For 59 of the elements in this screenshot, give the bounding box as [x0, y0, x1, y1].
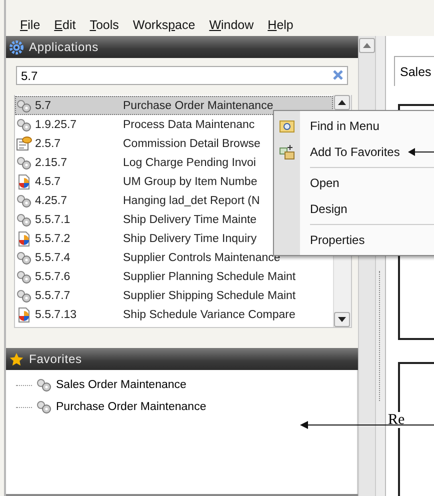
box-text: Re [388, 412, 405, 428]
menu-item[interactable]: Find in Menu [274, 113, 434, 139]
up-arrow-icon [363, 43, 371, 48]
program-code: 1.9.25.7 [34, 118, 78, 130]
program-name: Supplier Controls Maintenance [123, 252, 280, 264]
up-arrow-icon [338, 100, 346, 105]
search-field[interactable]: 5.7 [16, 66, 348, 85]
arrow-drawing [408, 148, 434, 156]
favorite-item[interactable]: Purchase Order Maintenance [56, 401, 206, 413]
menu-item[interactable]: Design [274, 196, 434, 222]
program-name: Log Charge Pending Invoi [123, 156, 256, 168]
menu-item[interactable]: Window [203, 14, 260, 36]
program-code: 4.25.7 [34, 194, 68, 206]
program-code: 4.5.7 [34, 176, 62, 188]
program-code: 2.5.7 [34, 138, 62, 150]
clear-button[interactable] [332, 69, 344, 81]
menu-item[interactable]: Tools [84, 14, 125, 36]
document-tab[interactable]: Sales [394, 56, 434, 86]
program-name: Purchase Order Maintenance [123, 100, 274, 112]
program-name: Ship Delivery Time Inquiry [123, 232, 257, 244]
menu-item[interactable]: Help [262, 14, 300, 36]
program-name: Ship Delivery Time Mainte [123, 214, 257, 226]
scroll-up-button[interactable] [334, 95, 350, 110]
list-row[interactable]: 5.5.7.6 Supplier Planning Schedule Maint [15, 267, 333, 286]
add-favorite-icon [279, 144, 295, 160]
program-code: 2.15.7 [34, 156, 68, 168]
panel-title: Favorites [29, 352, 82, 366]
program-code: 5.5.7.7 [34, 290, 72, 302]
gears-icon [36, 378, 52, 392]
program-name: Commission Detail Browse [123, 138, 260, 150]
menu-item[interactable]: Add To Favorites [274, 139, 434, 165]
program-code: 5.5.7.2 [34, 232, 72, 244]
gears-icon [36, 400, 52, 414]
menu-item[interactable]: Edit [48, 14, 82, 36]
menu-item[interactable]: File [14, 14, 46, 36]
program-name: Process Data Maintenanc [123, 118, 255, 130]
program-code: 5.5.7.1 [34, 214, 72, 226]
program-code: 5.5.7.6 [34, 270, 72, 282]
program-name: Ship Schedule Variance Compare [123, 308, 296, 320]
menu-item[interactable]: Workspace [126, 14, 202, 36]
program-code: 5.7 [34, 100, 52, 112]
list-row[interactable]: 5.7 Purchase Order Maintenance [15, 96, 333, 115]
program-name: Supplier Shipping Schedule Maint [123, 290, 296, 302]
menu-item[interactable]: Open [274, 170, 434, 196]
program-code: 5.5.7.13 [34, 308, 78, 320]
panel-title: Applications [29, 40, 99, 54]
scroll-down-button[interactable] [334, 312, 350, 327]
favorite-item[interactable]: Sales Order Maintenance [56, 379, 186, 391]
list-row[interactable]: 5.5.7.7 Supplier Shipping Schedule Maint [15, 286, 333, 305]
down-arrow-icon [338, 317, 346, 322]
folder-search-icon [279, 119, 295, 133]
star-icon [9, 352, 24, 366]
list-row[interactable]: 5.5.7.13 Ship Schedule Variance Compare [15, 305, 333, 324]
program-name: Supplier Planning Schedule Maint [123, 270, 296, 282]
gear-icon [9, 40, 24, 54]
program-code: 5.5.7.4 [34, 252, 72, 264]
program-name: UM Group by Item Numbe [123, 176, 258, 188]
program-name: Hanging lad_det Report (N [123, 194, 260, 206]
gears-icon [16, 98, 32, 112]
